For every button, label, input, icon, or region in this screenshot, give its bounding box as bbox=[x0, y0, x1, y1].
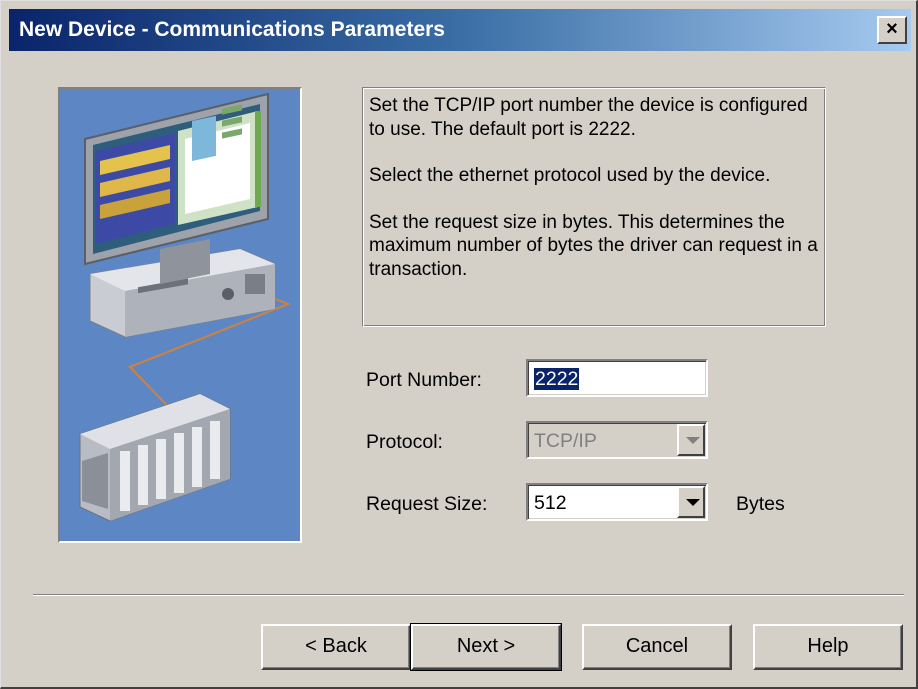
computer-and-plc-illustration bbox=[79, 92, 291, 522]
wizard-illustration bbox=[58, 87, 302, 543]
port-number-label: Port Number: bbox=[366, 369, 482, 391]
description-request-size: Set the request size in bytes. This dete… bbox=[369, 211, 818, 280]
cancel-button[interactable]: Cancel bbox=[582, 624, 732, 670]
chevron-down-icon bbox=[686, 437, 700, 444]
protocol-value: TCP/IP bbox=[534, 430, 597, 452]
next-button[interactable]: Next > bbox=[410, 623, 562, 671]
request-size-select[interactable]: 512 bbox=[526, 483, 708, 521]
port-number-input[interactable]: 2222 bbox=[526, 359, 708, 397]
protocol-label: Protocol: bbox=[366, 431, 443, 453]
protocol-select[interactable]: TCP/IP bbox=[526, 421, 708, 459]
port-number-value: 2222 bbox=[534, 368, 580, 390]
title-bar[interactable]: New Device - Communications Parameters × bbox=[9, 9, 911, 51]
button-separator bbox=[33, 594, 904, 596]
window-title: New Device - Communications Parameters bbox=[19, 18, 445, 41]
description-port: Set the TCP/IP port number the device is… bbox=[369, 95, 808, 140]
description-box: Set the TCP/IP port number the device is… bbox=[362, 87, 826, 327]
back-button[interactable]: < Back bbox=[261, 624, 411, 670]
close-icon: × bbox=[886, 18, 898, 40]
request-size-unit: Bytes bbox=[736, 493, 785, 515]
description-protocol: Select the ethernet protocol used by the… bbox=[369, 165, 771, 186]
dialog-window: New Device - Communications Parameters × bbox=[0, 0, 918, 689]
close-button[interactable]: × bbox=[877, 16, 907, 44]
request-size-value: 512 bbox=[534, 492, 567, 514]
request-size-label: Request Size: bbox=[366, 493, 488, 515]
chevron-down-icon bbox=[686, 499, 700, 506]
help-button[interactable]: Help bbox=[753, 624, 903, 670]
request-size-dropdown-button[interactable] bbox=[677, 486, 705, 518]
protocol-dropdown-button[interactable] bbox=[677, 424, 705, 456]
